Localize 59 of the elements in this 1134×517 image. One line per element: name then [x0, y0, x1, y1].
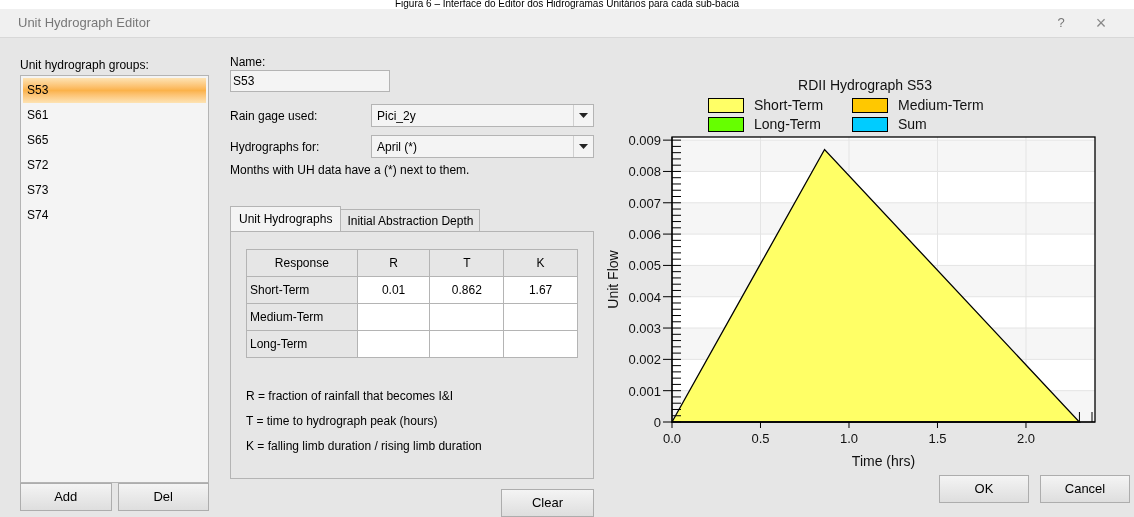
rain-gage-dropdown[interactable]: Pici_2y — [371, 104, 594, 127]
y-tick-label: 0.008 — [628, 164, 661, 180]
hint-text: Months with UH data have a (*) next to them. — [230, 162, 471, 178]
y-axis-title: Unit Flow — [605, 250, 621, 309]
cancel-button[interactable]: Cancel — [1040, 475, 1130, 503]
field-label: Rain gage used: — [230, 107, 319, 125]
group-list-item[interactable]: S61 — [23, 103, 206, 128]
clear-button[interactable]: Clear — [501, 489, 594, 517]
month-dropdown[interactable]: April (*) — [371, 135, 594, 158]
legend-label: Long-Term — [754, 116, 821, 132]
y-tick-label: 0 — [653, 415, 661, 430]
window-title: Unit Hydrograph Editor — [18, 14, 151, 33]
chart-title: RDII Hydrograph S53 — [798, 76, 932, 94]
row-header: Short-Term — [246, 276, 358, 304]
x-tick-label: 0.0 — [662, 431, 682, 446]
x-tick-label: 1.5 — [928, 431, 947, 446]
add-button[interactable]: Add — [20, 483, 112, 511]
definition-text: R = fraction of rainfall that becomes I&I — [246, 388, 455, 405]
table-cell[interactable]: 1.67 — [503, 276, 578, 304]
table-cell[interactable]: 0.01 — [357, 276, 430, 304]
y-tick-label: 0.003 — [628, 321, 661, 337]
group-list-item[interactable]: S65 — [23, 128, 206, 153]
y-tick-label: 0.006 — [628, 227, 661, 243]
y-tick-label: 0.002 — [628, 352, 661, 368]
name-field[interactable]: S53 — [230, 70, 390, 92]
x-tick-label: 0.5 — [751, 431, 770, 446]
legend-label: Medium-Term — [898, 97, 984, 113]
x-tick-label: 2.0 — [1016, 431, 1035, 446]
tab[interactable]: Initial Abstraction Depth — [341, 209, 481, 231]
y-tick-label: 0.005 — [628, 258, 661, 274]
legend-label: Short-Term — [754, 97, 824, 113]
ok-button[interactable]: OK — [939, 475, 1029, 503]
group-list-item[interactable]: S53 — [23, 78, 206, 103]
x-tick-label: 1.0 — [839, 431, 859, 446]
y-tick-label: 0.009 — [628, 134, 661, 149]
y-tick-label: 0.004 — [628, 289, 661, 305]
help-button[interactable]: ? — [1046, 13, 1076, 33]
column-header: K — [503, 249, 578, 277]
legend-label: Sum — [898, 116, 927, 132]
definition-text: T = time to hydrograph peak (hours) — [246, 413, 439, 430]
figure-caption: Figura 6 – Interface do Editor dos Hidrogramas Unitários para cada sub-bacia — [394, 0, 740, 9]
y-tick-label: 0.007 — [628, 195, 661, 211]
field-label: Hydrographs for: — [230, 138, 321, 156]
column-header: T — [429, 249, 504, 277]
group-list-item[interactable]: S74 — [23, 203, 206, 228]
row-header: Medium-Term — [246, 303, 358, 331]
group-list-item[interactable]: S72 — [23, 153, 206, 178]
column-header: Response — [246, 249, 358, 277]
table-cell[interactable]: 0.862 — [429, 276, 504, 304]
y-tick-label: 0.001 — [628, 383, 661, 399]
group-list-item[interactable]: S73 — [23, 178, 206, 203]
list-label: Unit hydrograph groups: — [20, 57, 150, 73]
definition-text: K = falling limb duration / rising limb duration — [246, 438, 483, 455]
name-label: Name: — [230, 55, 267, 69]
tab[interactable]: Unit Hydrographs — [230, 206, 342, 231]
column-header: R — [357, 249, 430, 277]
x-axis-title: Time (hrs) — [851, 453, 916, 469]
row-header: Long-Term — [246, 330, 358, 358]
delete-button[interactable]: Del — [117, 483, 209, 511]
